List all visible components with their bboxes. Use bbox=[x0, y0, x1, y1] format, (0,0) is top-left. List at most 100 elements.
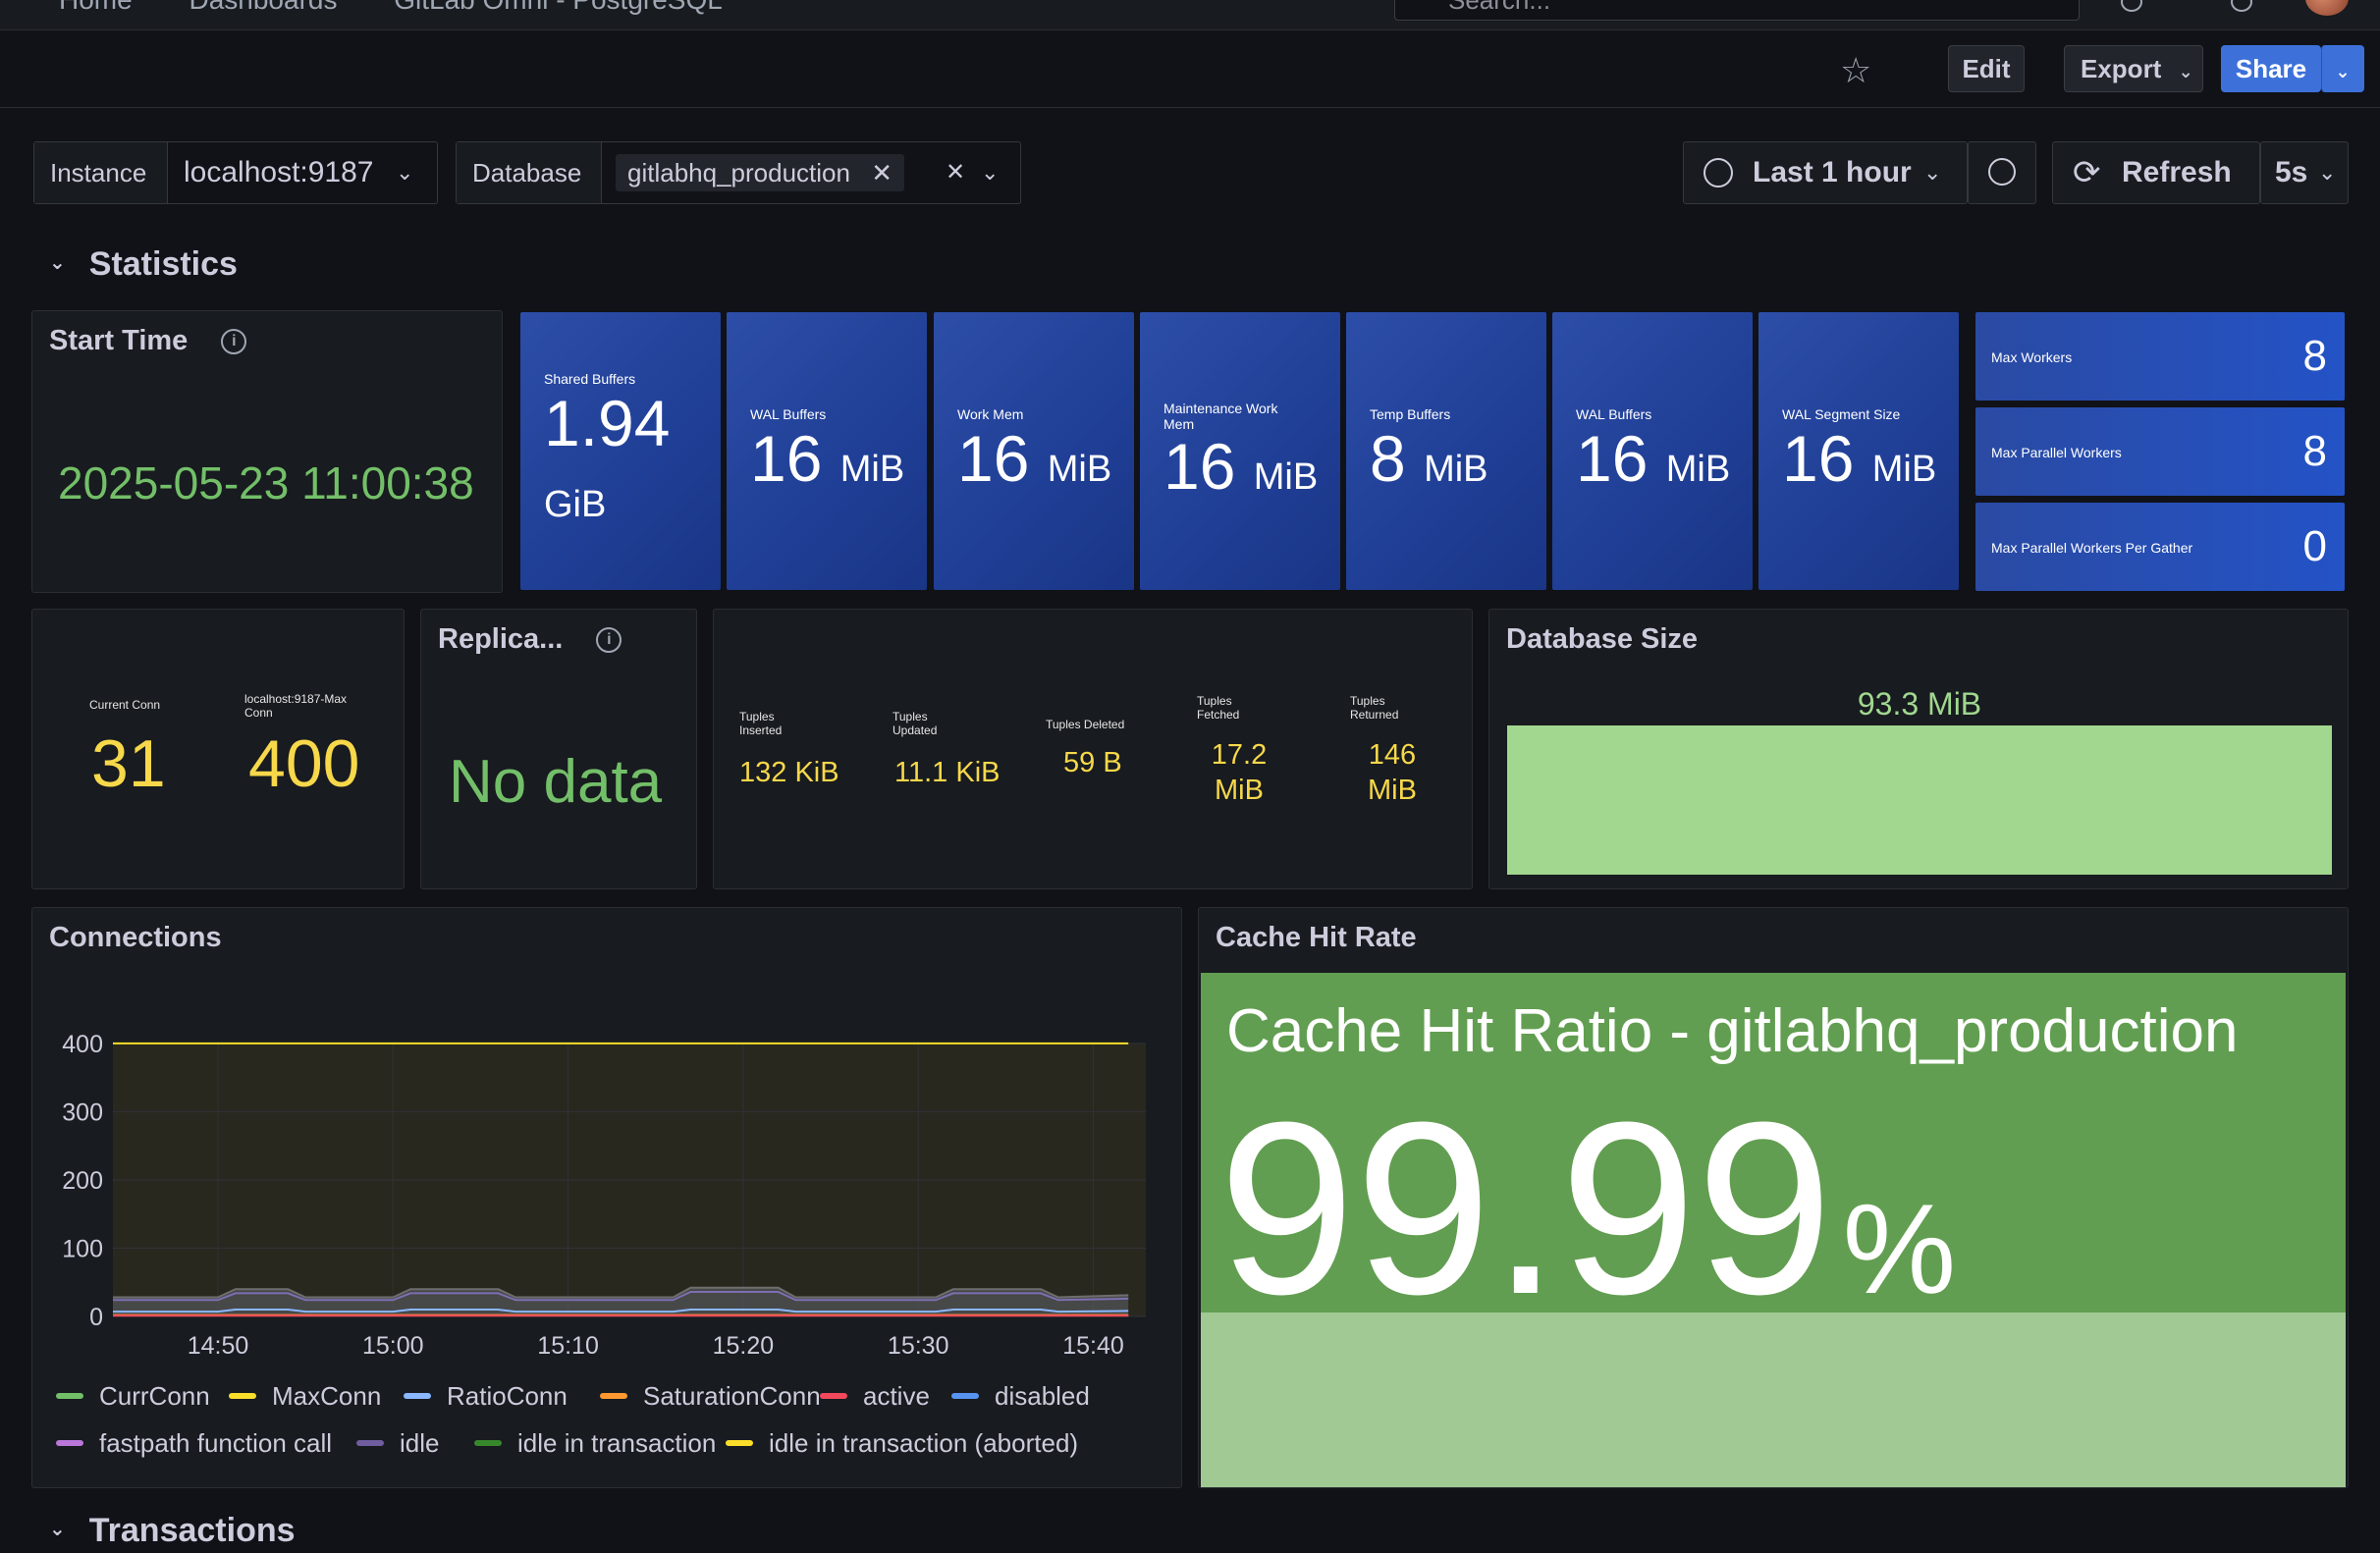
legend-swatch bbox=[474, 1440, 502, 1447]
legend-item[interactable]: RatioConn bbox=[404, 1381, 568, 1412]
remove-icon[interactable]: ✕ bbox=[871, 158, 892, 187]
avatar[interactable] bbox=[2305, 0, 2349, 16]
export-label: Export bbox=[2081, 54, 2162, 83]
tile-value: 8 bbox=[2302, 427, 2327, 475]
tuples-inserted-label: Tuples Inserted bbox=[739, 710, 783, 737]
clear-icon[interactable]: ✕ bbox=[946, 158, 965, 187]
legend-item[interactable]: SaturationConn bbox=[600, 1381, 821, 1412]
x-tick-label: 14:50 bbox=[188, 1332, 249, 1360]
panel-title: Replica... i bbox=[438, 623, 622, 656]
tile-label: Max Workers bbox=[1991, 349, 2073, 365]
tile-label: Max Parallel Workers Per Gather bbox=[1991, 540, 2193, 556]
current-conn-value: 31 bbox=[91, 726, 166, 801]
tuples-updated-value: 11.1 KiB bbox=[894, 757, 1001, 788]
chevron-down-icon: ⌄ bbox=[1923, 160, 1942, 185]
panel-replication: Replica... i No data bbox=[420, 609, 697, 889]
tile-label: WAL Buffers bbox=[750, 406, 827, 422]
legend-item[interactable]: idle in transaction (aborted) bbox=[726, 1428, 1078, 1459]
panel-title: Cache Hit Rate bbox=[1216, 922, 1417, 953]
instance-label: Instance bbox=[34, 142, 168, 203]
zoom-out-icon bbox=[1988, 158, 2016, 186]
export-button[interactable]: Export ⌄ bbox=[2064, 45, 2203, 92]
tile-label: Shared Buffers bbox=[544, 371, 636, 387]
tile-wal-segment-size: WAL Segment Size 16 MiB bbox=[1758, 312, 1959, 590]
help-icon[interactable] bbox=[2231, 0, 2252, 12]
database-variable[interactable]: Database gitlabhq_production ✕ ✕ ⌄ bbox=[456, 141, 1021, 204]
tile-value: 1.94 bbox=[544, 387, 671, 459]
tuples-updated-label: Tuples Updated bbox=[892, 710, 938, 737]
star-icon[interactable]: ☆ bbox=[1840, 53, 1871, 88]
search-placeholder: Search... bbox=[1448, 0, 1551, 15]
legend-item[interactable]: CurrConn bbox=[56, 1381, 210, 1412]
refresh-button[interactable]: ⟳ Refresh bbox=[2052, 141, 2260, 204]
legend-item[interactable]: idle in transaction bbox=[474, 1428, 716, 1459]
tile-value: 16 MiB bbox=[1163, 430, 1319, 503]
x-tick-label: 15:20 bbox=[713, 1332, 775, 1360]
max-conn-value: 400 bbox=[248, 726, 360, 801]
cache-hit-gauge: Cache Hit Ratio - gitlabhq_production 99… bbox=[1201, 973, 2346, 1487]
refresh-icon: ⟳ bbox=[2073, 154, 2101, 191]
tile-max-workers: Max Workers 8 bbox=[1975, 312, 2345, 401]
refresh-interval-picker[interactable]: 5s ⌄ bbox=[2260, 141, 2349, 204]
legend-swatch bbox=[404, 1393, 431, 1400]
tile-work-mem: Work Mem 16 MiB bbox=[934, 312, 1134, 590]
info-icon[interactable]: i bbox=[221, 329, 247, 355]
tile-unit: GiB bbox=[544, 484, 607, 525]
legend-swatch bbox=[951, 1393, 979, 1400]
legend-swatch bbox=[356, 1440, 384, 1447]
top-navbar: Home Dashboards GitLab Omni - PostgreSQL… bbox=[0, 0, 2380, 30]
x-tick-label: 15:10 bbox=[537, 1332, 599, 1360]
tile-max-parallel-workers-per-gather: Max Parallel Workers Per Gather 0 bbox=[1975, 503, 2345, 591]
share-button[interactable]: Share bbox=[2221, 45, 2321, 92]
x-tick-label: 15:40 bbox=[1062, 1332, 1124, 1360]
max-conn-label: localhost:9187-Max Conn bbox=[244, 692, 348, 720]
tile-temp-buffers: Temp Buffers 8 MiB bbox=[1346, 312, 1546, 590]
database-value: gitlabhq_production bbox=[627, 158, 850, 187]
database-chip[interactable]: gitlabhq_production ✕ bbox=[616, 154, 904, 191]
chevron-down-icon: ⌄ bbox=[49, 1518, 66, 1540]
legend-swatch bbox=[726, 1440, 753, 1447]
tile-shared-buffers: Shared Buffers 1.94 GiB bbox=[520, 312, 721, 590]
tuples-deleted-label: Tuples Deleted bbox=[1046, 718, 1125, 731]
legend-item[interactable]: active bbox=[820, 1381, 930, 1412]
legend-swatch bbox=[56, 1393, 83, 1400]
search-input[interactable]: Search... bbox=[1394, 0, 2080, 21]
breadcrumb-home[interactable]: Home bbox=[59, 0, 133, 15]
legend-item[interactable]: MaxConn bbox=[229, 1381, 381, 1412]
instance-variable[interactable]: Instance localhost:9187 ⌄ bbox=[33, 141, 438, 204]
legend-item[interactable]: idle bbox=[356, 1428, 439, 1459]
database-size-gauge-fill bbox=[1507, 725, 2332, 875]
tile-value: 16 MiB bbox=[957, 422, 1112, 495]
cache-hit-value: 99.99% bbox=[1218, 1071, 1957, 1345]
tile-label: Max Parallel Workers bbox=[1991, 445, 2122, 460]
zoom-out-button[interactable] bbox=[1968, 141, 2036, 204]
info-icon[interactable]: i bbox=[596, 627, 622, 654]
tile-value: 8 MiB bbox=[1370, 422, 1488, 495]
legend-swatch bbox=[56, 1440, 83, 1447]
row-statistics[interactable]: ⌄ Statistics bbox=[49, 245, 238, 284]
tile-label: WAL Buffers bbox=[1576, 406, 1652, 422]
legend-label: active bbox=[863, 1381, 930, 1411]
panel-start-time: Start Time i 2025-05-23 11:00:38 bbox=[31, 310, 503, 593]
legend-item[interactable]: disabled bbox=[951, 1381, 1090, 1412]
row-transactions[interactable]: ⌄ Transactions bbox=[49, 1512, 296, 1550]
tile-label: Work Mem bbox=[957, 406, 1024, 422]
cache-hit-heading: Cache Hit Ratio - gitlabhq_production bbox=[1226, 997, 2239, 1065]
start-time-value: 2025-05-23 11:00:38 bbox=[58, 457, 474, 509]
tile-value: 16 MiB bbox=[750, 422, 905, 495]
legend-label: CurrConn bbox=[99, 1381, 210, 1411]
tuples-returned-label: Tuples Returned bbox=[1350, 694, 1399, 722]
legend-item[interactable]: fastpath function call bbox=[56, 1428, 332, 1459]
y-tick-label: 100 bbox=[62, 1235, 103, 1262]
cache-hit-unit: % bbox=[1842, 1177, 1957, 1320]
legend-swatch bbox=[600, 1393, 627, 1400]
time-range-label: Last 1 hour bbox=[1753, 156, 1912, 188]
breadcrumb-dashboards[interactable]: Dashboards bbox=[189, 0, 337, 15]
edit-button[interactable]: Edit bbox=[1948, 45, 2025, 92]
tuples-inserted-value: 132 KiB bbox=[739, 757, 839, 788]
plus-icon[interactable] bbox=[2121, 0, 2142, 12]
tile-label: WAL Segment Size bbox=[1782, 406, 1901, 422]
share-dropdown-button[interactable]: ⌄ bbox=[2321, 45, 2364, 92]
time-range-picker[interactable]: Last 1 hour ⌄ bbox=[1683, 141, 1968, 204]
legend-swatch bbox=[820, 1393, 847, 1400]
